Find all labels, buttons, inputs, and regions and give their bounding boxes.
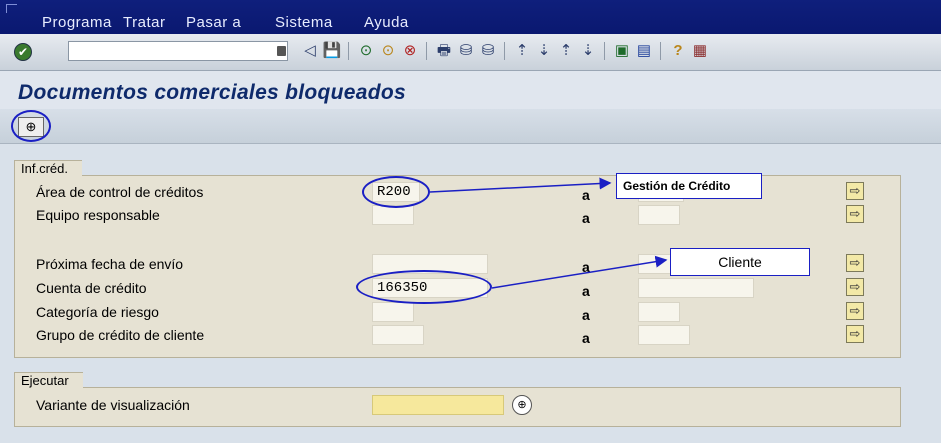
annotation-callout-customer: Cliente xyxy=(670,248,810,276)
annotation-arrows xyxy=(429,177,668,289)
annotation-callout-credit-management: Gestión de Crédito xyxy=(616,173,762,199)
